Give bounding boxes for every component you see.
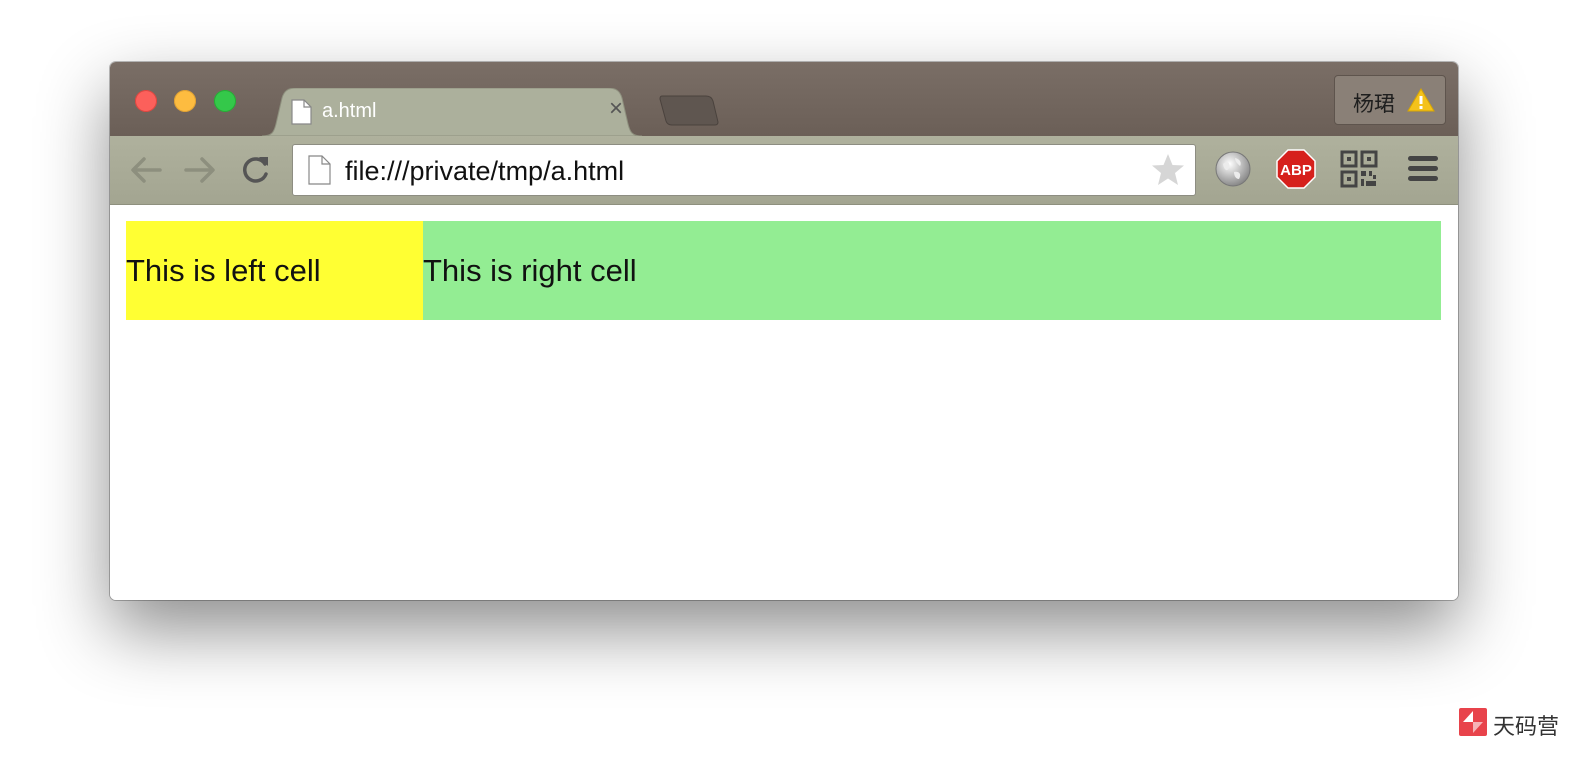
browser-window: a.html × 杨珺 file:///private/tmp/a.html A… — [110, 62, 1458, 600]
url-text[interactable]: file:///private/tmp/a.html — [345, 156, 624, 187]
watermark-logo-icon — [1459, 708, 1487, 736]
qr-code-icon[interactable] — [1340, 150, 1378, 188]
tab-active[interactable]: a.html × — [262, 88, 642, 136]
reload-icon[interactable] — [240, 154, 272, 186]
right-cell: This is right cell — [423, 221, 1441, 320]
page-icon — [308, 155, 331, 185]
zoom-window-button[interactable] — [214, 90, 236, 112]
adblock-label: ABP — [1280, 162, 1312, 179]
tab-title: a.html — [322, 100, 377, 122]
close-window-button[interactable] — [135, 90, 157, 112]
table-row: This is left cell This is right cell — [126, 221, 1441, 320]
toolbar: file:///private/tmp/a.html ABP — [110, 136, 1458, 205]
forward-arrow-icon[interactable] — [182, 154, 218, 186]
page-icon — [291, 99, 312, 125]
watermark: 天码营 — [1459, 708, 1559, 739]
minimize-window-button[interactable] — [174, 90, 196, 112]
menu-icon[interactable] — [1406, 152, 1440, 186]
new-tab-button[interactable] — [658, 94, 720, 126]
back-arrow-icon[interactable] — [128, 154, 164, 186]
globe-icon[interactable] — [1214, 150, 1252, 188]
tab-shape — [262, 88, 642, 136]
stop-octagon-icon: ABP — [1276, 149, 1316, 189]
profile-button[interactable]: 杨珺 — [1334, 75, 1446, 125]
warning-icon — [1407, 88, 1435, 112]
left-cell: This is left cell — [126, 221, 423, 320]
address-bar[interactable]: file:///private/tmp/a.html — [292, 144, 1196, 196]
title-bar: a.html × 杨珺 — [110, 62, 1458, 136]
profile-name: 杨珺 — [1353, 93, 1395, 116]
bookmark-star-icon[interactable] — [1151, 153, 1185, 187]
watermark-text: 天码营 — [1493, 714, 1560, 739]
tab-close-icon[interactable]: × — [609, 97, 623, 121]
page-content: This is left cell This is right cell — [110, 205, 1458, 600]
adblock-icon[interactable]: ABP — [1276, 149, 1316, 189]
